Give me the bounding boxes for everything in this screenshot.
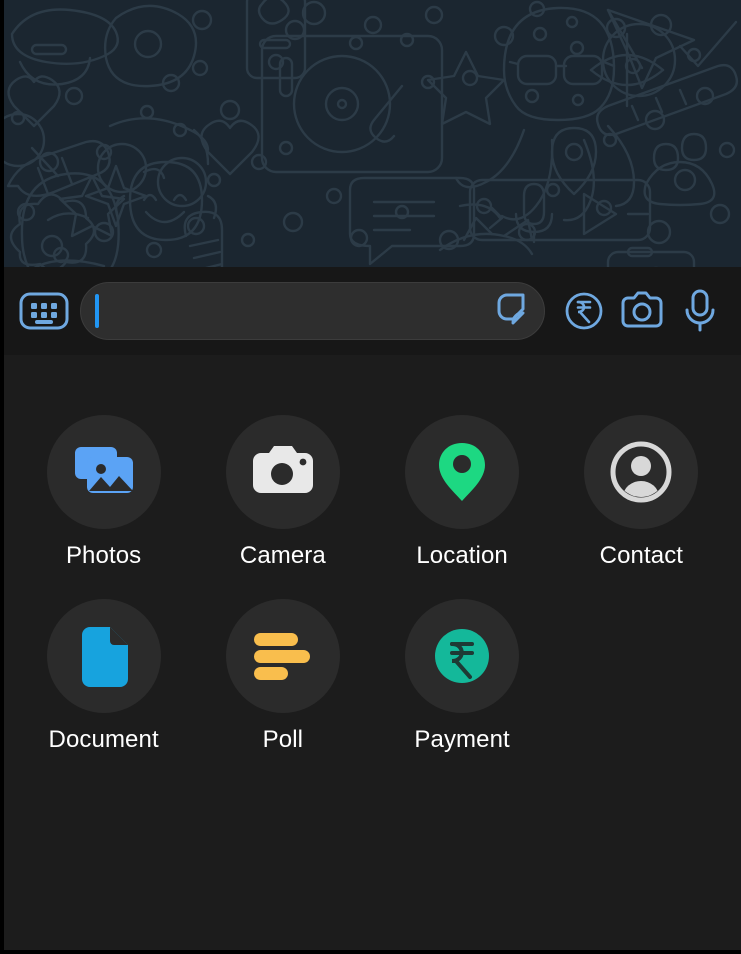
device-frame-bottom [0,950,741,954]
camera-icon [252,446,313,493]
document-icon [81,627,128,688]
poll-icon [253,633,310,681]
whatsapp-attachment-screen: Photos Camera Location Contact Document … [0,0,741,954]
photos-circle [46,415,161,529]
attachment-option-document[interactable]: Document [14,599,193,753]
document-circle [46,599,161,714]
attachment-option-camera[interactable]: Camera [193,415,372,569]
keyboard-button[interactable] [18,285,70,337]
attachment-label-contact: Contact [599,542,684,569]
attachment-grid: Photos Camera Location Contact Document … [4,415,741,754]
attachment-label-document: Document [48,726,159,754]
payment-circle [405,599,520,714]
attachment-option-location[interactable]: Location [373,415,552,569]
device-frame-left [0,0,4,954]
camera-circle [225,415,340,529]
attachment-label-camera: Camera [239,542,326,569]
rupee-coin-icon [435,629,490,684]
attachment-option-contact[interactable]: Contact [552,415,731,569]
voice-message-button[interactable] [671,282,729,340]
chat-wallpaper [4,0,741,267]
attachment-label-photos: Photos [65,542,142,569]
sticker-button[interactable] [490,290,532,332]
location-circle [405,415,520,529]
attachment-option-poll[interactable]: Poll [193,599,372,753]
message-input-bar [4,267,741,355]
attachment-label-payment: Payment [414,726,510,754]
poll-circle [225,599,340,714]
contact-circle [584,415,699,529]
attachment-label-poll: Poll [262,726,304,754]
attachment-option-payment[interactable]: Payment [373,599,552,753]
location-pin-icon [439,443,486,501]
message-text-input[interactable] [99,283,490,339]
contact-icon [610,441,672,503]
attachment-label-location: Location [416,542,508,569]
attachment-sheet: Photos Camera Location Contact Document … [4,355,741,950]
message-input-field[interactable] [80,282,545,340]
camera-button[interactable] [613,282,671,340]
attachment-option-photos[interactable]: Photos [14,415,193,569]
payment-button[interactable] [555,282,613,340]
photos-icon [74,447,133,493]
